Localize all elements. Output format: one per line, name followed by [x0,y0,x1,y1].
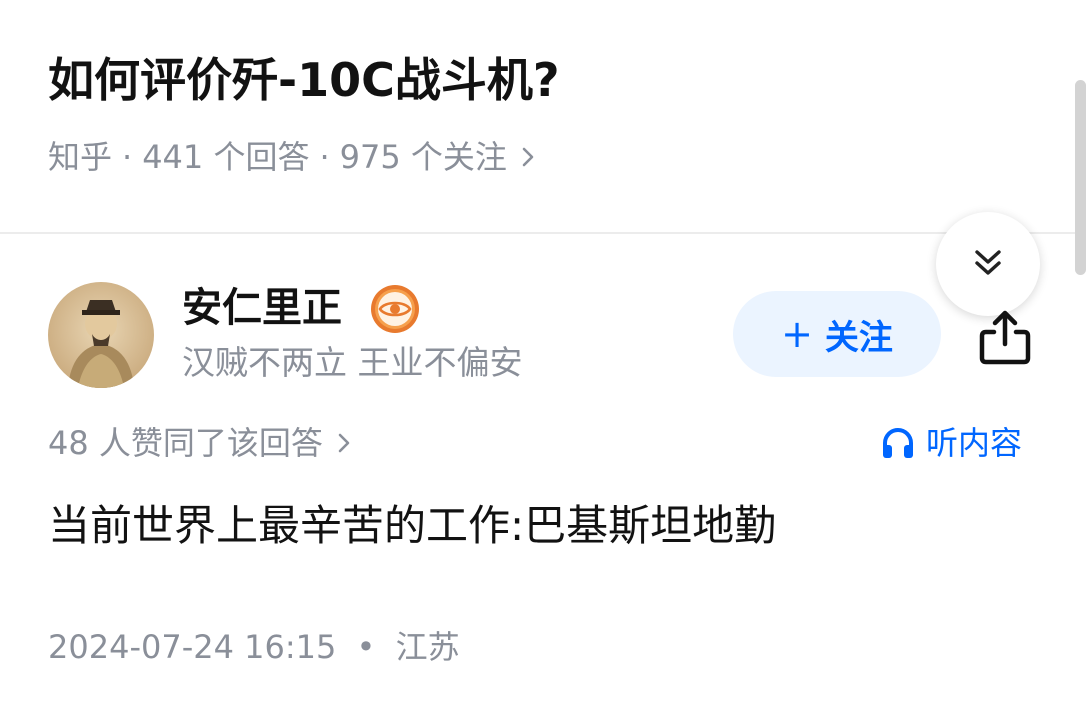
question-meta[interactable]: 知乎 · 441 个回答 · 975 个关注 [48,134,535,180]
answer-count: 441 个回答 [142,138,310,176]
section-divider [0,232,1086,234]
answer-content[interactable]: 当前世界上最辛苦的工作:巴基斯坦地勤 [48,496,776,556]
chevron-right-icon [521,145,535,169]
question-title[interactable]: 如何评价歼-10C战斗机? [48,48,560,112]
follow-label: 关注 [824,317,893,358]
meta-separator: • [356,628,376,666]
author-bio: 汉贼不两立 王业不偏安 [182,343,523,382]
source-label: 知乎 [48,138,113,176]
answer-meta: 2024-07-24 16:15 • 江苏 [48,624,460,670]
follow-button[interactable]: + 关注 [733,291,941,377]
share-icon [974,310,1036,374]
vote-summary[interactable]: 48 人赞同了该回答 [48,420,351,466]
plus-icon: + [781,312,813,356]
scrollbar-thumb[interactable] [1075,80,1086,275]
answer-location: 江苏 [395,628,460,666]
eye-badge-icon [370,284,420,334]
collapse-button[interactable] [936,212,1040,316]
author-avatar[interactable] [48,282,154,388]
chevron-right-icon [337,431,351,455]
meta-separator: · [319,138,330,176]
double-chevron-down-icon [971,245,1005,283]
share-button[interactable] [974,308,1036,370]
headphones-icon [880,425,916,461]
listen-button[interactable]: 听内容 [880,420,1022,466]
answer-timestamp: 2024-07-24 16:15 [48,628,337,666]
follower-count: 975 个关注 [339,138,507,176]
author-name[interactable]: 安仁里正 [182,280,342,336]
meta-separator: · [122,138,133,176]
listen-label: 听内容 [926,424,1023,462]
vote-count-text: 48 人赞同了该回答 [48,424,323,462]
